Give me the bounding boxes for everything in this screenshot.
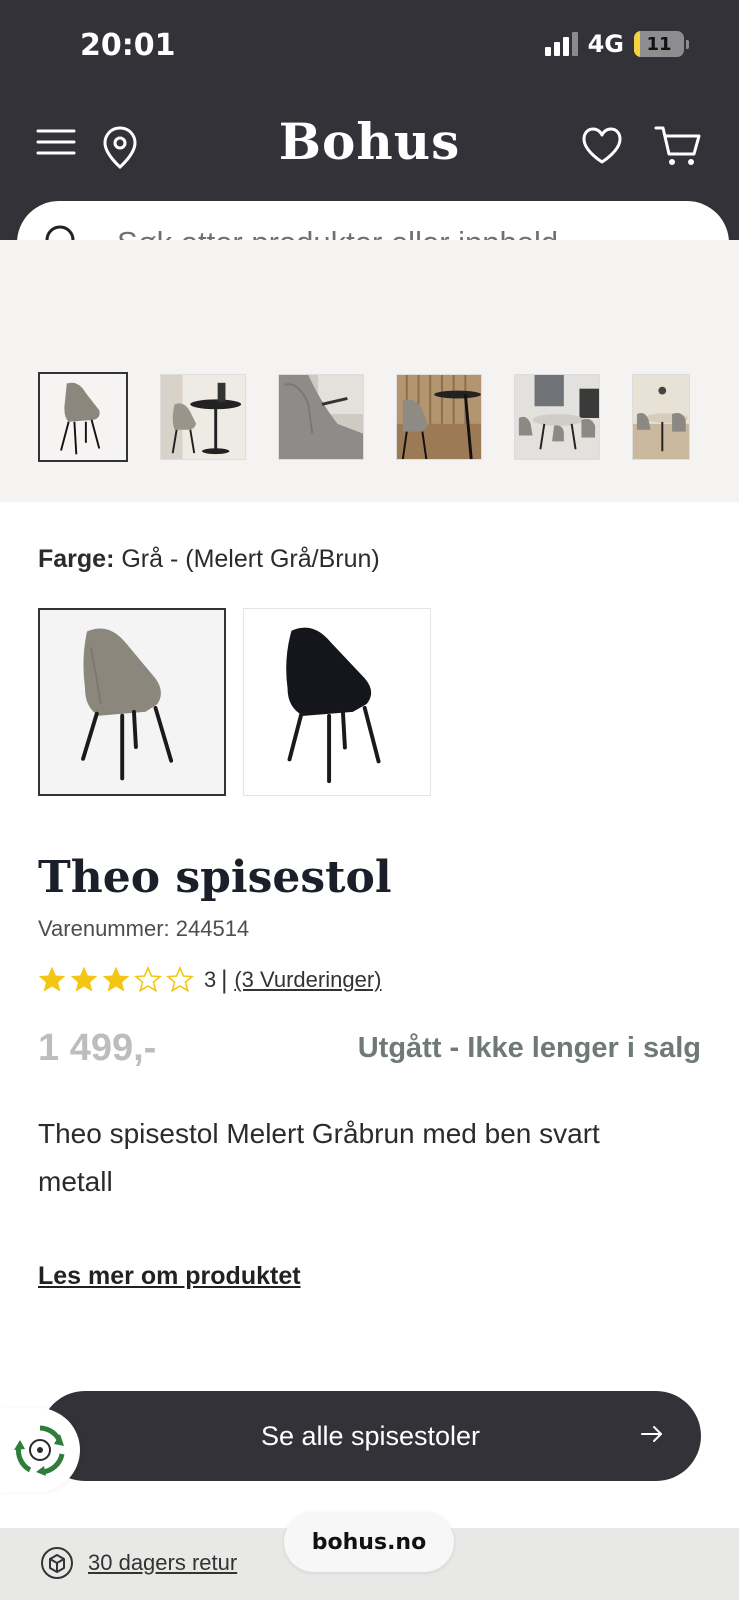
thumbnail-4[interactable] [396, 374, 482, 460]
color-option-black[interactable] [243, 608, 431, 796]
heart-icon[interactable] [580, 126, 624, 166]
see-all-chairs-button[interactable]: Se alle spisestoler [40, 1391, 701, 1481]
rating-row: 3 | (3 Vurderinger) [38, 966, 381, 994]
thumbnail-6[interactable] [632, 374, 690, 460]
thumbnail-5[interactable] [514, 374, 600, 460]
thumbnail-3[interactable] [278, 374, 364, 460]
product-price: 1 499,- [38, 1027, 157, 1069]
star-filled-icon [102, 966, 130, 992]
reviews-link[interactable]: (3 Vurderinger) [234, 967, 381, 993]
recycle-icon [14, 1425, 65, 1476]
rating-separator: | [220, 966, 229, 994]
star-empty-icon [134, 966, 162, 993]
thumbnail-1[interactable] [38, 372, 128, 462]
dining-set-scene-icon [633, 375, 689, 459]
star-rating [38, 966, 194, 994]
return-box-icon [41, 1547, 73, 1579]
chair-grey-icon [40, 374, 126, 460]
cart-icon[interactable] [654, 124, 702, 168]
see-all-chairs-label: Se alle spisestoler [260, 1420, 481, 1451]
signal-icon [544, 32, 578, 56]
arrow-right-icon [641, 1426, 662, 1442]
rating-value: 3 [204, 967, 217, 992]
chair-grey-icon [81, 628, 174, 781]
battery-level: 11 [646, 33, 672, 55]
recycle-badge[interactable] [0, 1408, 80, 1492]
chair-wood-scene-icon [397, 375, 481, 459]
product-sku: Varenummer: 244514 [38, 916, 250, 941]
color-option-grey[interactable] [38, 608, 226, 796]
star-filled-icon [38, 966, 66, 992]
chair-closeup-icon [279, 375, 363, 459]
read-more-link[interactable]: Les mer om produktet [38, 1262, 301, 1291]
return-policy[interactable]: 30 dagers retur [40, 1546, 237, 1580]
product-title: Theo spisestol [38, 852, 392, 903]
thumbnail-strip [38, 372, 690, 462]
status-time: 20:01 [80, 28, 176, 63]
star-filled-icon [70, 966, 98, 992]
network-type: 4G [587, 30, 624, 58]
browser-url[interactable]: bohus.no [284, 1512, 454, 1572]
color-label: Farge: [38, 545, 115, 573]
thumbnail-2[interactable] [160, 374, 246, 460]
color-label-row: Farge: Grå - (Melert Grå/Brun) [38, 545, 380, 574]
chair-table-scene-icon [161, 375, 245, 459]
brand-logo[interactable]: Bohus [0, 112, 739, 171]
image-gallery [0, 240, 739, 502]
availability-status: Utgått - Ikke lenger i salg [357, 1032, 701, 1064]
dining-room-scene-icon [515, 375, 599, 459]
status-indicators: 4G 11 [544, 30, 689, 58]
product-description: Theo spisestol Melert Gråbrun med ben sv… [38, 1118, 600, 1197]
battery-icon: 11 [634, 31, 684, 57]
return-label: 30 dagers retur [88, 1550, 238, 1575]
color-value: Grå - (Melert Grå/Brun) [121, 545, 380, 573]
chair-black-icon [286, 627, 381, 784]
star-empty-icon [166, 966, 194, 993]
